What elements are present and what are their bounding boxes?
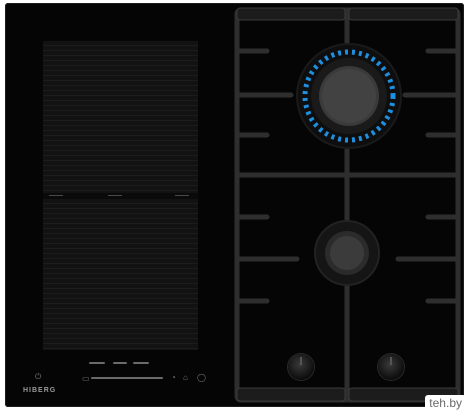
gas-section <box>234 7 461 403</box>
watermark: teh.by <box>425 395 466 411</box>
zone-select-top-center[interactable] <box>113 362 127 364</box>
small-burner-knob[interactable] <box>378 354 404 380</box>
power-icon[interactable]: ⏻ <box>35 373 41 381</box>
zone-select-top-right[interactable] <box>133 362 149 364</box>
brand-logo: HIBERG <box>23 387 57 394</box>
large-burner-knob[interactable] <box>288 354 314 380</box>
hob-glass-surface: ⏻ ▭ ◔ ⌂ ◯ HIBERG <box>5 3 464 407</box>
large-burner <box>296 43 402 149</box>
timer-icon[interactable]: ◔ <box>171 374 176 382</box>
onoff-icon[interactable]: ◯ <box>197 374 206 382</box>
power-slider[interactable] <box>91 377 163 379</box>
zone-select-top-left[interactable] <box>89 362 105 364</box>
small-burner <box>314 220 380 286</box>
lock-icon[interactable]: ▭ <box>82 375 90 383</box>
boost-icon[interactable]: ⌂ <box>183 374 188 382</box>
